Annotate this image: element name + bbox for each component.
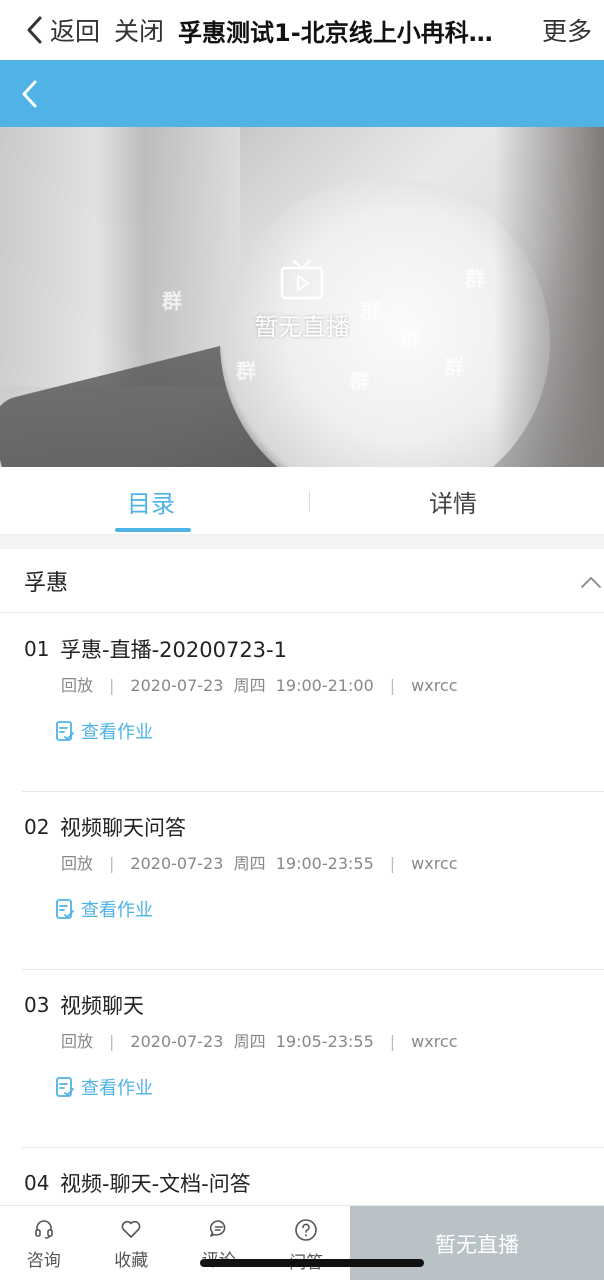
lesson-title-row: 04 视频-聊天-文档-问答 (24, 1168, 251, 1198)
lesson-number: 04 (24, 1171, 50, 1195)
homework-icon (56, 899, 74, 919)
list-item[interactable]: 02 视频聊天问答 回放 | 2020-07-23 周四 19:00-23:55 | w… (0, 792, 604, 970)
no-live-overlay: 暂无直播 (0, 257, 604, 342)
lesson-date: 2020-07-23 (130, 676, 224, 695)
heart-icon (121, 1220, 141, 1238)
lesson-name: 视频-聊天-文档-问答 (60, 1172, 251, 1196)
lesson-number: 01 (24, 637, 50, 661)
chevron-left-icon (27, 16, 42, 44)
lesson-type: 回放 (61, 676, 94, 695)
back-label: 返回 (50, 17, 101, 46)
favorite-label: 收藏 (114, 1251, 149, 1271)
lesson-teacher: wxrcc (411, 676, 458, 695)
tv-icon (280, 259, 324, 300)
favorite-button[interactable]: 收藏 (88, 1206, 176, 1280)
list-item[interactable]: 01 孚惠-直播-20200723-1 回放 | 2020-07-23 周四 19:… (0, 614, 604, 792)
lesson-title-row: 03 视频聊天 (24, 990, 144, 1020)
tab-bar: 目录 详情 (0, 467, 604, 535)
lesson-teacher: wxrcc (411, 1032, 458, 1051)
chevron-left-icon[interactable] (20, 79, 38, 109)
bottom-action-bar: 咨询 收藏 评论 问答 暂无直播 (0, 1205, 604, 1280)
chevron-up-icon[interactable] (580, 575, 602, 589)
close-button[interactable]: 关闭 (114, 12, 164, 48)
lesson-number: 02 (24, 815, 50, 839)
lesson-time: 19:00-23:55 (275, 854, 374, 873)
lesson-weekday: 周四 (233, 1032, 266, 1051)
homework-icon (56, 721, 74, 741)
section-gap (0, 535, 604, 549)
qa-button[interactable]: 问答 (263, 1206, 351, 1280)
no-live-text: 暂无直播 (254, 313, 350, 341)
homework-icon (56, 1077, 74, 1097)
lesson-number: 03 (24, 993, 50, 1017)
question-icon (295, 1219, 318, 1241)
player-header-bar (0, 60, 604, 127)
top-navigation-bar: 返回 关闭 孚惠测试1-北京线上小冉科… 更多 (0, 0, 604, 60)
more-button[interactable]: 更多 (542, 12, 592, 48)
lesson-name: 视频聊天 (60, 994, 144, 1018)
consult-label: 咨询 (26, 1251, 61, 1271)
lesson-meta: 回放 | 2020-07-23 周四 19:00-21:00 | wxrcc (61, 676, 458, 695)
lesson-name: 视频聊天问答 (60, 816, 186, 840)
no-live-button[interactable]: 暂无直播 (350, 1206, 604, 1280)
lesson-time: 19:05-23:55 (275, 1032, 374, 1051)
view-homework-label: 查看作业 (81, 900, 153, 921)
video-player[interactable]: 群 群 群 群 群 群 群 暂无直播 (0, 127, 604, 467)
back-button[interactable]: 返回 (26, 12, 100, 48)
lesson-date: 2020-07-23 (130, 854, 224, 873)
lesson-title-row: 02 视频聊天问答 (24, 812, 186, 842)
watermark: 群 (444, 355, 464, 379)
lesson-teacher: wxrcc (411, 854, 458, 873)
lesson-type: 回放 (61, 854, 94, 873)
view-homework-link[interactable]: 查看作业 (55, 896, 153, 922)
view-homework-link[interactable]: 查看作业 (55, 718, 153, 744)
comment-button[interactable]: 评论 (175, 1206, 263, 1280)
page-title: 孚惠测试1-北京线上小冉科… (178, 18, 493, 47)
tab-details[interactable]: 详情 (302, 467, 604, 535)
view-homework-label: 查看作业 (81, 722, 153, 743)
list-item[interactable]: 04 视频-聊天-文档-问答 (0, 1148, 604, 1205)
home-indicator (200, 1259, 424, 1267)
consult-button[interactable]: 咨询 (0, 1206, 88, 1280)
watermark: 群 (236, 359, 256, 383)
section-title: 孚惠 (24, 570, 69, 596)
lesson-type: 回放 (61, 1032, 94, 1051)
lesson-weekday: 周四 (233, 854, 266, 873)
lesson-weekday: 周四 (233, 676, 266, 695)
lesson-date: 2020-07-23 (130, 1032, 224, 1051)
lesson-name: 孚惠-直播-20200723-1 (60, 638, 287, 662)
lesson-meta: 回放 | 2020-07-23 周四 19:05-23:55 | wxrcc (61, 1032, 458, 1051)
lesson-title-row: 01 孚惠-直播-20200723-1 (24, 634, 287, 664)
tab-divider (309, 491, 310, 511)
comment-icon (209, 1220, 226, 1237)
headset-icon (34, 1220, 53, 1239)
view-homework-label: 查看作业 (81, 1078, 153, 1099)
lesson-meta: 回放 | 2020-07-23 周四 19:00-23:55 | wxrcc (61, 854, 458, 873)
view-homework-link[interactable]: 查看作业 (55, 1074, 153, 1100)
list-item[interactable]: 03 视频聊天 回放 | 2020-07-23 周四 19:05-23:55 | wxr… (0, 970, 604, 1148)
section-header[interactable]: 孚惠 (0, 549, 604, 613)
lesson-time: 19:00-21:00 (275, 676, 374, 695)
tab-catalog[interactable]: 目录 (0, 467, 302, 535)
watermark: 群 (350, 369, 370, 393)
